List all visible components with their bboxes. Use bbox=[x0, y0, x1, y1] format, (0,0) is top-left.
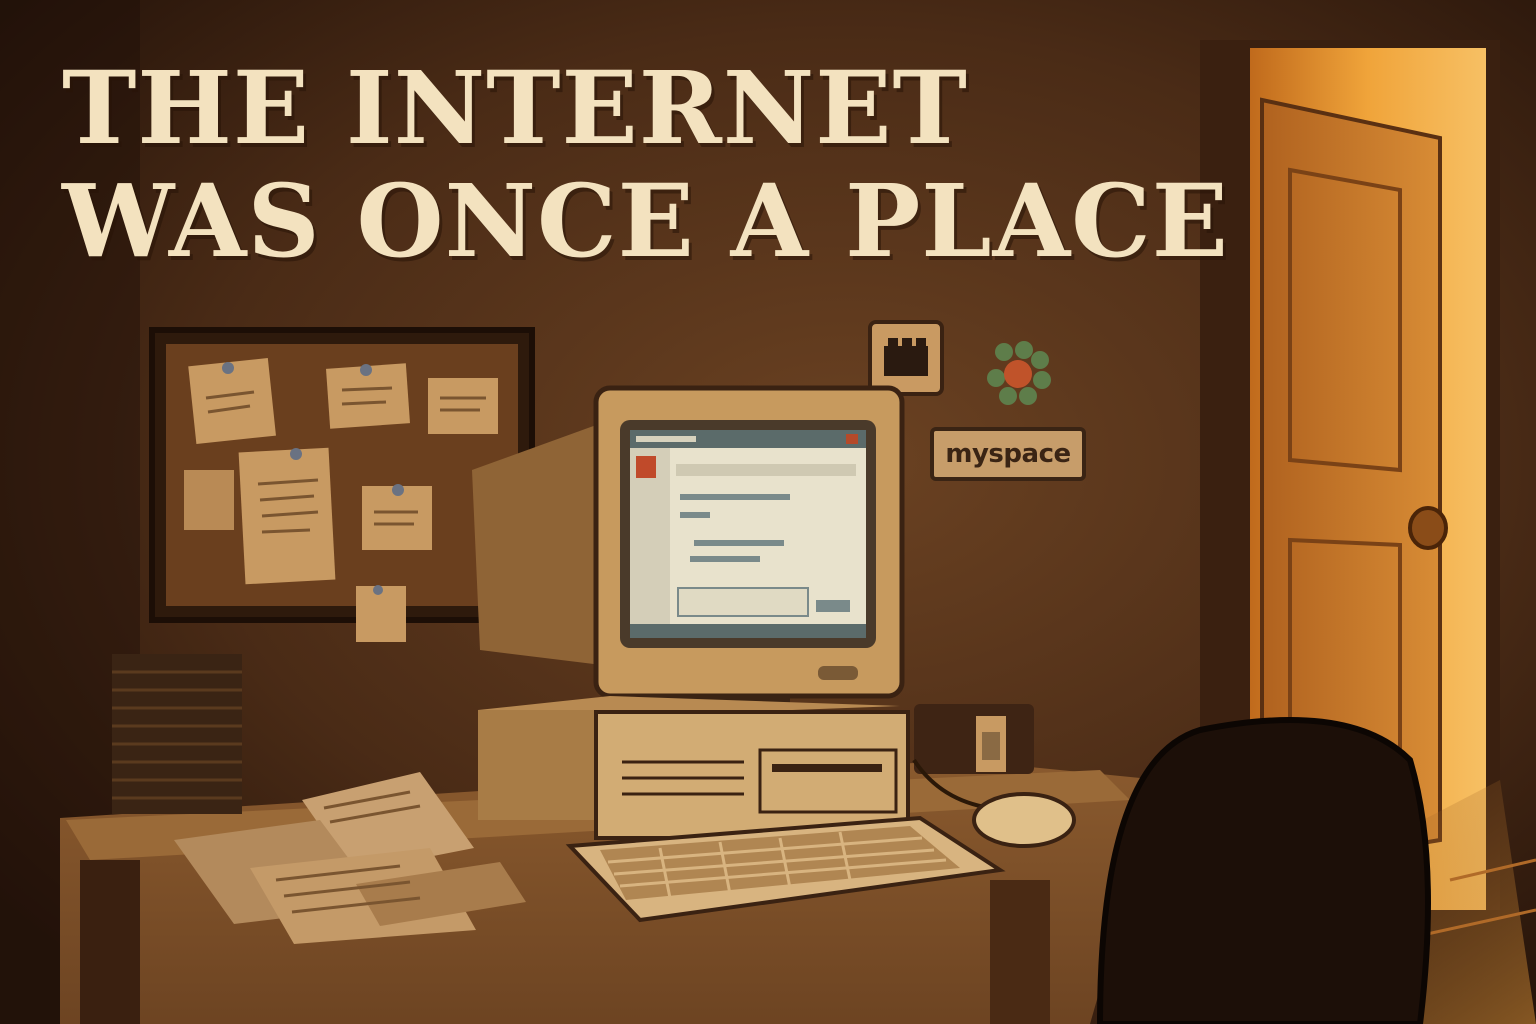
cd-stack bbox=[112, 654, 242, 814]
sticky-note bbox=[238, 447, 336, 585]
office-chair-icon bbox=[1096, 717, 1431, 1024]
headline-title: THE INTERNET WAS ONCE A PLACE bbox=[62, 52, 1229, 278]
computer-case bbox=[478, 696, 910, 840]
sticky-note bbox=[428, 378, 498, 434]
illustration-scene: THE INTERNET WAS ONCE A PLACE myspace bbox=[0, 0, 1536, 1024]
headline-line-2: WAS ONCE A PLACE bbox=[62, 162, 1229, 280]
speaker bbox=[914, 704, 1034, 774]
sticky-note bbox=[188, 358, 276, 444]
door-knob bbox=[1408, 506, 1448, 550]
myspace-label: myspace bbox=[945, 439, 1071, 469]
headline-line-1: THE INTERNET bbox=[62, 49, 968, 167]
sticky-note bbox=[326, 363, 410, 429]
sticky-note bbox=[184, 470, 234, 530]
sticky-note bbox=[362, 484, 432, 550]
film-sticker-icon bbox=[868, 320, 944, 396]
sticky-note bbox=[356, 585, 406, 642]
